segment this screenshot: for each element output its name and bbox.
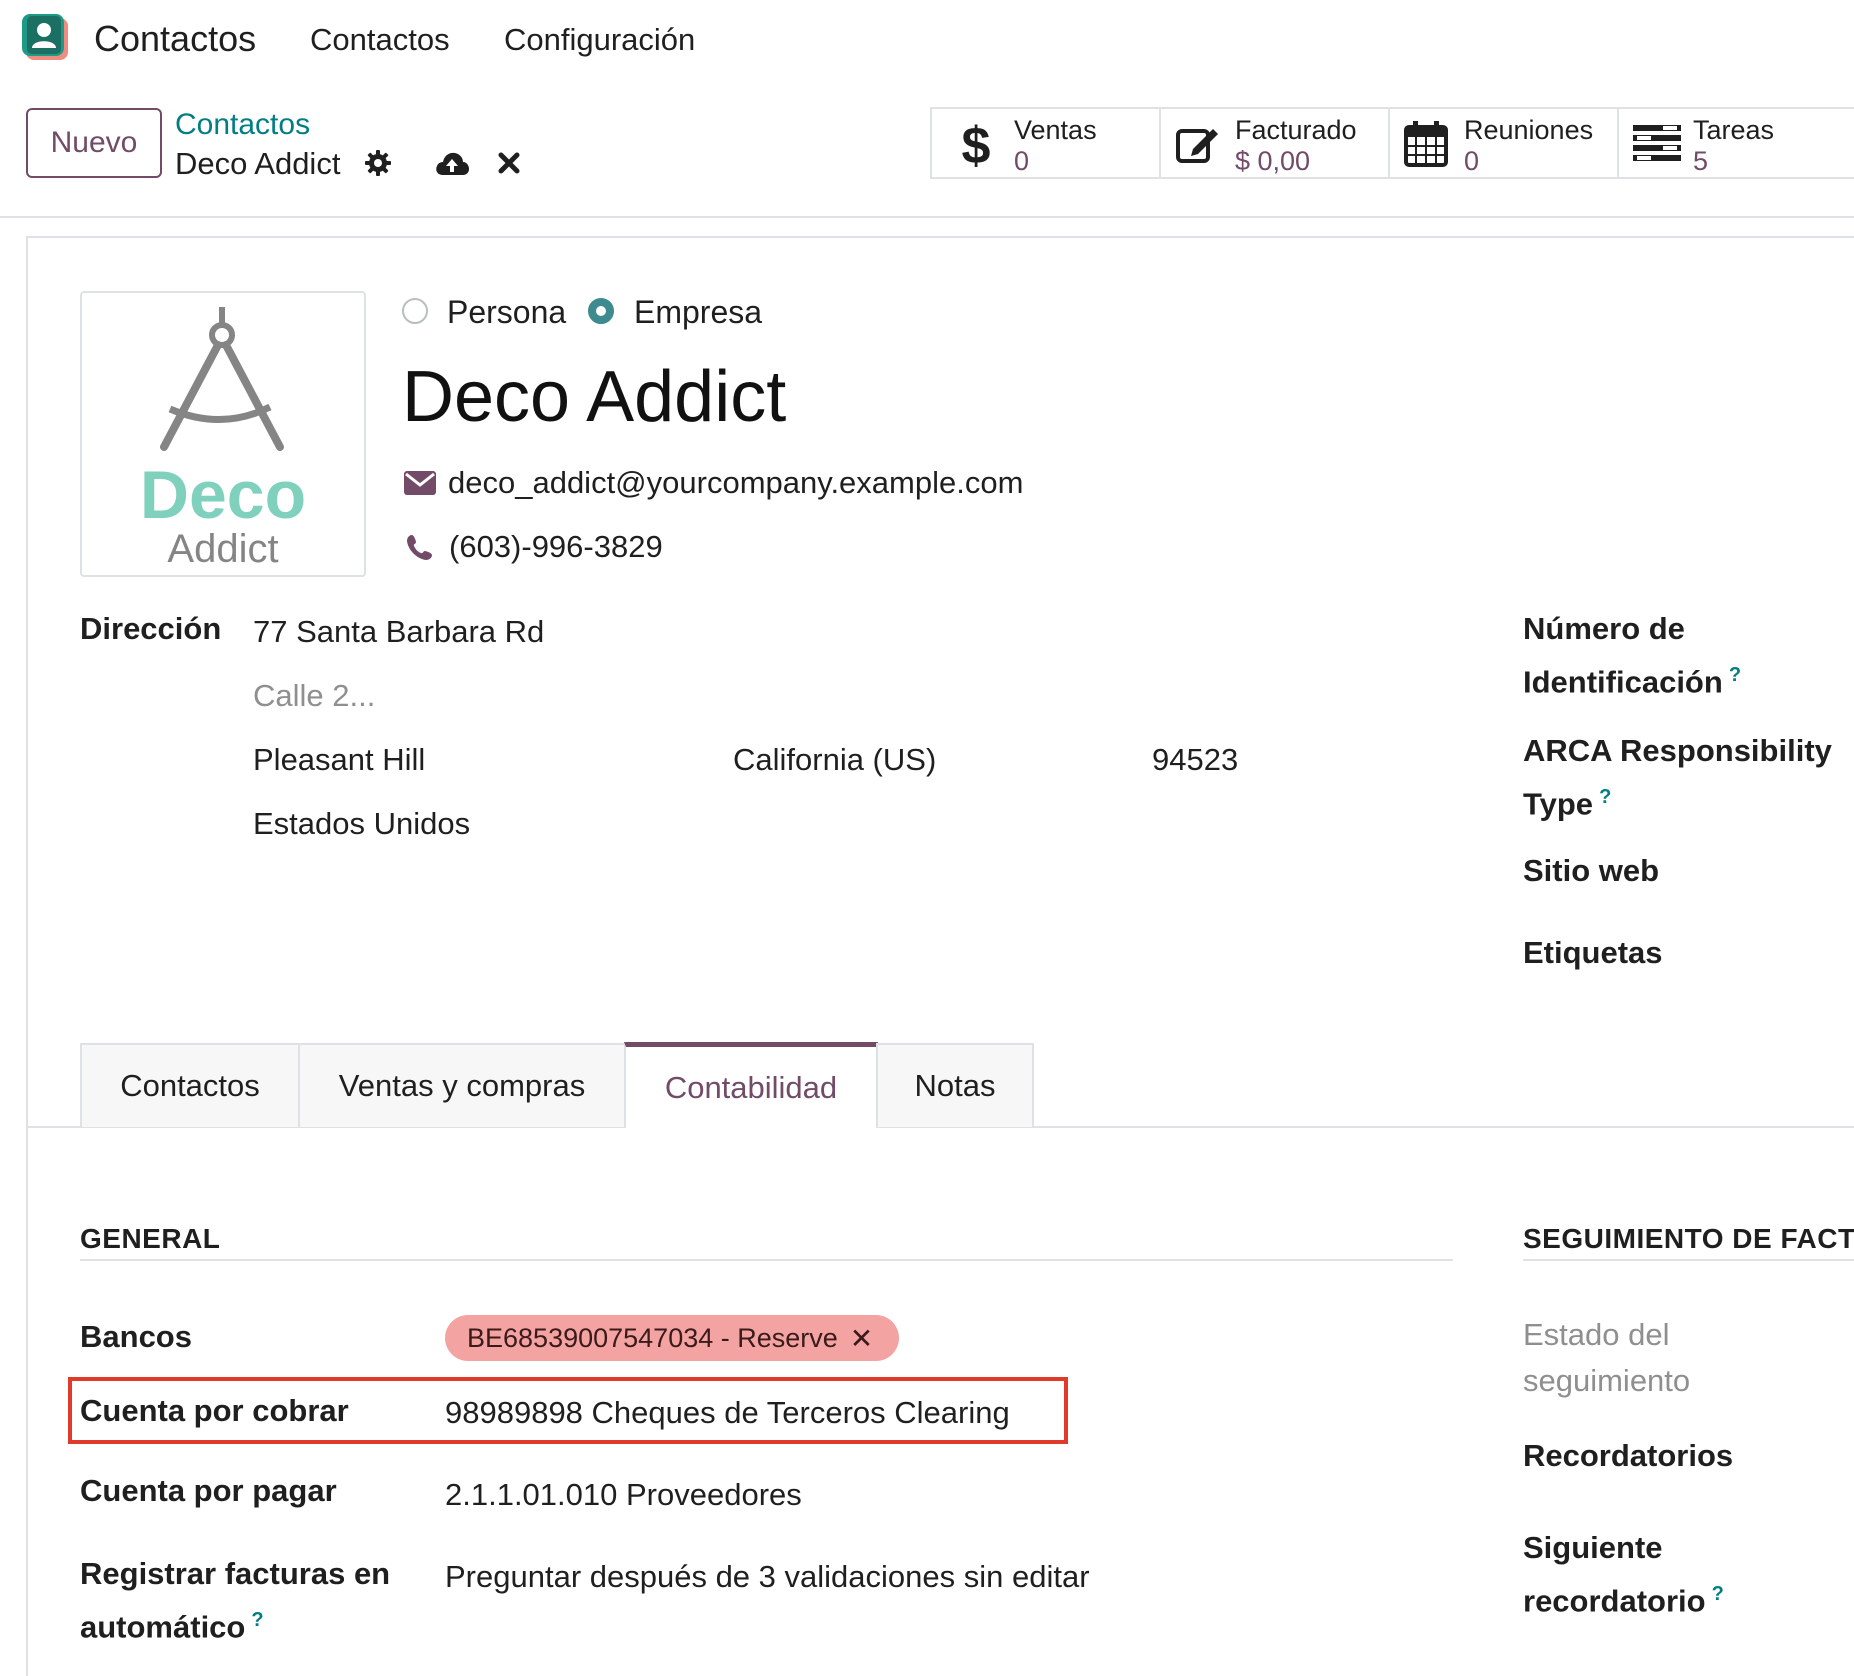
autopost-label-line2: automático <box>80 1609 246 1645</box>
menu-configuracion[interactable]: Configuración <box>504 22 695 58</box>
phone-field[interactable]: (603)-996-3829 <box>449 529 663 565</box>
breadcrumb-parent[interactable]: Contactos <box>175 108 310 142</box>
followup-status-line2: seguimiento <box>1523 1363 1691 1398</box>
partner-avatar[interactable]: Deco Addict <box>80 291 366 577</box>
cloud-upload-icon[interactable] <box>434 149 470 182</box>
partner-name[interactable]: Deco Addict <box>402 356 786 438</box>
id-number-label-line1: Número de <box>1523 611 1685 646</box>
arca-label-line2: Type <box>1523 786 1594 822</box>
envelope-icon <box>404 471 436 500</box>
receivable-label: Cuenta por cobrar <box>80 1393 349 1428</box>
help-tooltip-icon[interactable]: ? <box>1712 1583 1724 1605</box>
menu-contactos[interactable]: Contactos <box>310 22 450 58</box>
radio-empresa[interactable] <box>588 298 614 324</box>
breadcrumb-current: Deco Addict <box>175 146 341 181</box>
autopost-label-line1: Registrar facturas en <box>80 1556 391 1591</box>
svg-text:$: $ <box>962 119 990 171</box>
next-reminder-line1: Siguiente <box>1523 1530 1663 1565</box>
stat-button-facturado[interactable]: Facturado $ 0,00 <box>1159 107 1388 179</box>
compass-logo-icon <box>160 307 284 451</box>
payable-field[interactable]: 2.1.1.01.010 Proveedores <box>445 1477 802 1513</box>
stat-value: 0 <box>1014 146 1030 176</box>
stat-value: 0 <box>1464 146 1480 176</box>
radio-persona[interactable] <box>402 298 428 324</box>
calendar-icon <box>1404 121 1448 167</box>
tags-label: Etiquetas <box>1523 935 1663 970</box>
dollar-icon: $ <box>962 119 990 171</box>
stat-label: Facturado <box>1235 115 1357 145</box>
remove-tag-icon[interactable]: ✕ <box>850 1322 873 1355</box>
phone-icon <box>406 533 434 566</box>
followup-status-line1: Estado del <box>1523 1317 1670 1352</box>
reminders-label: Recordatorios <box>1523 1438 1734 1473</box>
followup-status-label: Estado del seguimiento <box>1523 1312 1690 1404</box>
payable-label: Cuenta por pagar <box>80 1473 337 1508</box>
followup-section-title: SEGUIMIENTO DE FACT <box>1523 1223 1854 1254</box>
tab-notas[interactable]: Notas <box>876 1043 1034 1127</box>
street-field[interactable]: 77 Santa Barbara Rd <box>253 614 544 650</box>
city-field[interactable]: Pleasant Hill <box>253 742 425 778</box>
app-title[interactable]: Contactos <box>94 18 256 60</box>
tasks-icon <box>1633 125 1681 161</box>
next-reminder-label: Siguiente recordatorio? <box>1523 1525 1724 1624</box>
stat-value: $ 0,00 <box>1235 146 1311 176</box>
zip-field[interactable]: 94523 <box>1152 742 1238 778</box>
stat-value: 5 <box>1693 146 1709 176</box>
stat-button-reuniones[interactable]: Reuniones 0 <box>1388 107 1617 179</box>
tab-contabilidad[interactable]: Contabilidad <box>624 1042 878 1128</box>
bank-tag-label: BE68539007547034 - Reserve <box>467 1322 838 1353</box>
website-label: Sitio web <box>1523 853 1660 888</box>
autopost-field[interactable]: Preguntar después de 3 validaciones sin … <box>445 1559 1090 1595</box>
followup-section-rule <box>1523 1259 1854 1261</box>
control-panel-divider <box>0 216 1854 218</box>
autopost-label: Registrar facturas en automático? <box>80 1551 390 1650</box>
help-tooltip-icon[interactable]: ? <box>1729 664 1741 686</box>
general-section-rule <box>80 1259 1453 1261</box>
new-button[interactable]: Nuevo <box>26 108 162 178</box>
top-navbar: Contactos Contactos Configuración <box>0 0 1854 80</box>
stat-button-ventas[interactable]: $ Ventas 0 <box>930 107 1159 179</box>
edit-icon <box>1176 129 1218 163</box>
banks-label: Bancos <box>80 1319 192 1354</box>
tab-ventas-compras[interactable]: Ventas y compras <box>298 1043 626 1127</box>
contacts-app-icon[interactable] <box>22 14 70 62</box>
close-icon[interactable] <box>498 152 520 179</box>
stat-label: Reuniones <box>1464 115 1594 145</box>
logo-text-deco: Deco <box>139 457 307 533</box>
state-field[interactable]: California (US) <box>733 742 936 778</box>
country-field[interactable]: Estados Unidos <box>253 806 470 842</box>
bank-tag[interactable]: BE68539007547034 - Reserve ✕ <box>445 1315 900 1361</box>
gear-icon[interactable] <box>364 149 392 182</box>
help-tooltip-icon[interactable]: ? <box>1599 786 1611 808</box>
id-number-label-line2: Identificación <box>1523 664 1723 700</box>
stat-label: Ventas <box>1014 115 1097 145</box>
stat-label: Tareas <box>1693 115 1775 145</box>
email-field[interactable]: deco_addict@yourcompany.example.com <box>448 465 1023 501</box>
stat-button-tareas[interactable]: Tareas 5 <box>1617 107 1854 179</box>
radio-label-persona: Persona <box>447 294 567 330</box>
id-number-label: Número de Identificación? <box>1523 606 1741 705</box>
help-tooltip-icon[interactable]: ? <box>251 1609 263 1631</box>
radio-label-empresa: Empresa <box>634 294 763 330</box>
arca-label-line1: ARCA Responsibility <box>1523 733 1832 768</box>
address-label: Dirección <box>80 611 222 646</box>
street2-field[interactable]: Calle 2... <box>253 678 375 714</box>
receivable-field[interactable]: 98989898 Cheques de Terceros Clearing <box>445 1395 1010 1431</box>
general-section-title: GENERAL <box>80 1223 221 1254</box>
logo-text-addict: Addict <box>167 527 279 571</box>
next-reminder-line2: recordatorio <box>1523 1583 1706 1619</box>
arca-type-label: ARCA Responsibility Type? <box>1523 728 1832 827</box>
tab-contactos[interactable]: Contactos <box>80 1043 300 1127</box>
